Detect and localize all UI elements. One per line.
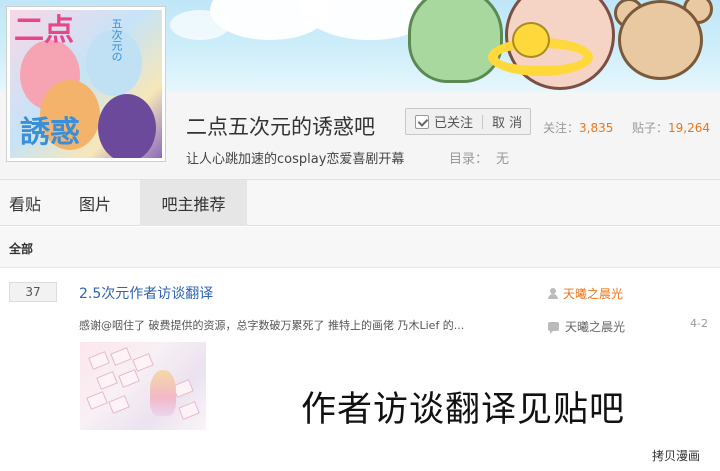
overlay-caption: 作者访谈翻译见贴吧	[301, 390, 626, 430]
posts-stat: 贴子：19,264	[632, 119, 710, 136]
thread-thumbnail-image[interactable]	[80, 342, 206, 430]
follow-toggle-button[interactable]: 已关注 取 消	[405, 108, 531, 135]
filter-bar: 全部	[0, 227, 720, 268]
catalog-value: 无	[496, 152, 510, 167]
thread-author[interactable]: 天曦之晨光	[548, 285, 623, 302]
last-reply-date: 4-2	[690, 317, 708, 330]
forum-cover-image[interactable]: 二点 五次元の 誘惑	[6, 6, 166, 162]
posts-count: 19,264	[668, 121, 711, 135]
unfollow-button[interactable]: 取 消	[492, 112, 522, 131]
forum-tabs: 看贴 图片 吧主推荐	[0, 180, 720, 226]
followed-label: 已关注	[434, 116, 474, 131]
person-icon	[548, 288, 558, 299]
last-reply-user-name[interactable]: 天曦之晨光	[565, 318, 625, 335]
cover-title-bottom: 誘惑	[20, 115, 80, 150]
divider	[482, 114, 484, 129]
posts-label: 贴子：	[632, 121, 669, 135]
cover-side-text: 五次元の	[110, 18, 123, 62]
tab-recommended[interactable]: 吧主推荐	[140, 180, 247, 226]
forum-slogan: 让人心跳加速的cosplay恋爱喜剧开幕	[186, 152, 405, 167]
filter-all[interactable]: 全部	[9, 240, 33, 257]
thread-author-name[interactable]: 天曦之晨光	[563, 285, 623, 302]
forum-name[interactable]: 二点五次元的诱惑吧	[186, 111, 375, 141]
tab-pictures[interactable]: 图片	[50, 180, 140, 226]
reply-count-badge: 37	[9, 282, 57, 302]
cover-title-top: 二点	[14, 13, 74, 48]
watermark-text: 拷贝漫画	[652, 449, 701, 463]
comment-bubble-icon	[548, 322, 559, 334]
followers-label: 关注：	[543, 121, 580, 135]
thread-title-link[interactable]: 2.5次元作者访谈翻译	[79, 283, 213, 303]
followers-count: 3,835	[579, 121, 614, 135]
followers-stat: 关注：3,835	[543, 119, 613, 136]
last-reply-user[interactable]: 天曦之晨光	[548, 318, 625, 335]
cartoon-bear-illustration	[618, 0, 703, 80]
forum-catalog: 目录： 无	[449, 148, 509, 167]
cartoon-pig-illustration	[408, 0, 503, 83]
character-figure	[150, 370, 176, 416]
catalog-label: 目录：	[449, 152, 489, 167]
checkmark-icon	[415, 114, 429, 129]
thread-abstract: 感谢@咽住了 破费提供的资源，总字数破万累死了 推特上的画佬 乃木Lief 的.…	[79, 319, 465, 332]
tab-posts[interactable]: 看贴	[0, 180, 50, 226]
duck-illustration	[512, 22, 550, 58]
